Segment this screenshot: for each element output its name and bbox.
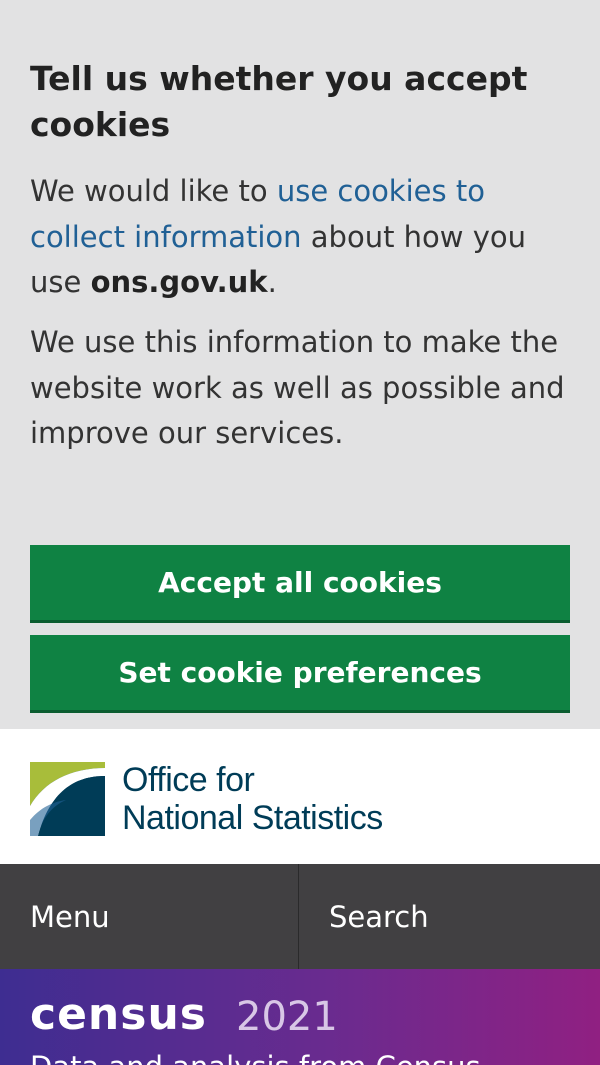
set-cookie-preferences-button[interactable]: Set cookie preferences bbox=[30, 635, 570, 710]
ons-logo-icon bbox=[30, 762, 105, 836]
menu-button[interactable]: Menu bbox=[0, 864, 299, 969]
logo-line-1: Office for bbox=[122, 761, 255, 799]
cookie-banner-intro: We would like to use cookies to collect … bbox=[30, 169, 570, 306]
site-domain: ons.gov.uk bbox=[90, 265, 268, 299]
cookie-banner-title: Tell us whether you accept cookies bbox=[30, 59, 528, 144]
census-banner-subtitle: Data and analysis from Census bbox=[30, 1047, 590, 1065]
cookie-banner: Tell us whether you accept cookies We wo… bbox=[0, 0, 600, 729]
census-logo-year: 2021 bbox=[236, 994, 338, 1040]
intro-suffix: . bbox=[267, 265, 277, 299]
search-button[interactable]: Search bbox=[299, 864, 600, 969]
logo-line-2: National Statistics bbox=[122, 799, 383, 837]
cookie-banner-purpose: We use this information to make the webs… bbox=[30, 325, 565, 450]
intro-prefix: We would like to bbox=[30, 174, 277, 208]
site-header: Office for National Statistics bbox=[0, 729, 600, 864]
main-nav-bar: Menu Search bbox=[0, 864, 600, 969]
census-logo-word: census bbox=[30, 989, 207, 1040]
ons-logo-wordmark: Office for National Statistics bbox=[122, 761, 383, 837]
census-banner[interactable]: census 2021 Data and analysis from Censu… bbox=[0, 969, 600, 1065]
accept-all-cookies-button[interactable]: Accept all cookies bbox=[30, 545, 570, 620]
